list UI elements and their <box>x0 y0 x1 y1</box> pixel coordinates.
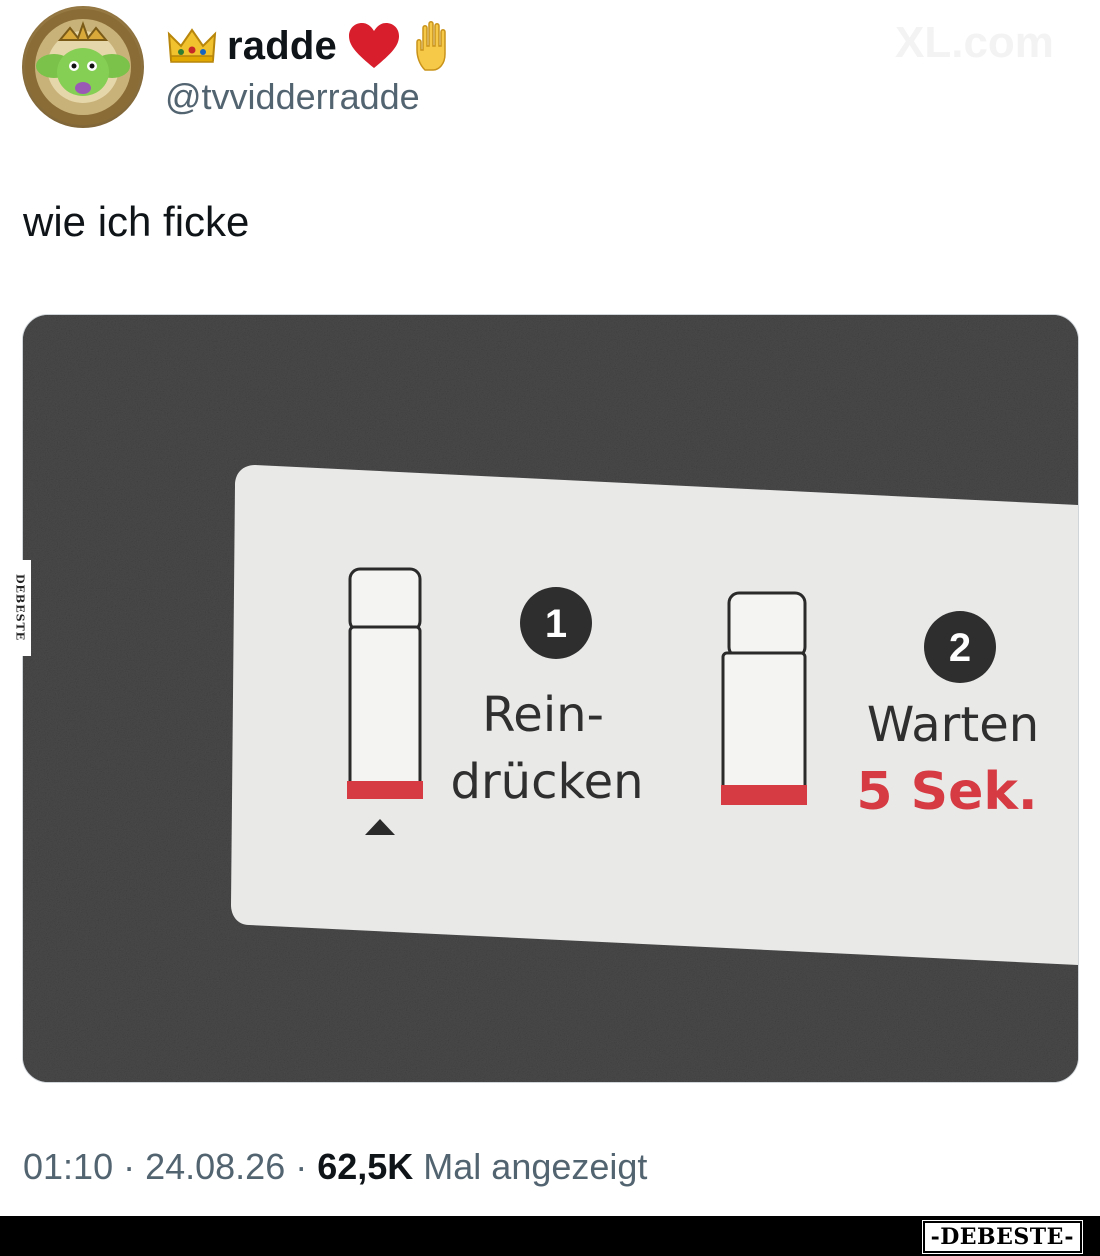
avatar[interactable] <box>22 6 144 128</box>
step-1-number: 1 <box>545 602 567 646</box>
name-row: radde <box>167 20 461 72</box>
red-heart-icon <box>347 22 401 70</box>
side-watermark-text: DEBESTE <box>13 574 27 642</box>
raised-hand-icon <box>411 20 461 72</box>
views-label: Mal angezeigt <box>413 1146 648 1187</box>
tweet-media-image[interactable]: 1 Rein- drücken 2 Warten 5 Sek. <box>22 314 1079 1083</box>
crown-icon <box>167 26 217 66</box>
user-handle[interactable]: @tvvidderradde <box>165 76 420 118</box>
step-1-badge: 1 <box>520 587 592 659</box>
tweet-header: radde @tvvidderradde <box>22 6 1022 130</box>
step-2-number: 2 <box>949 626 971 670</box>
step-2-line-2: 5 Sek. <box>856 762 1037 822</box>
cartridge-pressed-icon <box>347 567 423 835</box>
step-1-line-2: drücken <box>450 754 643 810</box>
step-2-badge: 2 <box>924 611 996 683</box>
debeste-logo: -DEBESTE- <box>921 1220 1084 1254</box>
step-2-line-1: Warten <box>867 697 1039 753</box>
views-count: 62,5K <box>317 1146 414 1187</box>
side-watermark: DEBESTE <box>9 560 31 656</box>
tweet-timestamp[interactable]: 01:10 · 24.08.26 · <box>23 1146 317 1187</box>
display-name[interactable]: radde <box>227 24 337 69</box>
avatar-image <box>25 9 141 125</box>
cartridge-wait-icon <box>721 591 807 805</box>
step-1-line-1: Rein- <box>482 687 604 743</box>
top-watermark: XL.com <box>895 18 1054 67</box>
tweet-meta: 01:10 · 24.08.26 · 62,5K Mal angezeigt <box>23 1146 647 1188</box>
tweet-text: wie ich ficke <box>23 198 250 245</box>
footer-bar: -DEBESTE- <box>0 1216 1100 1256</box>
